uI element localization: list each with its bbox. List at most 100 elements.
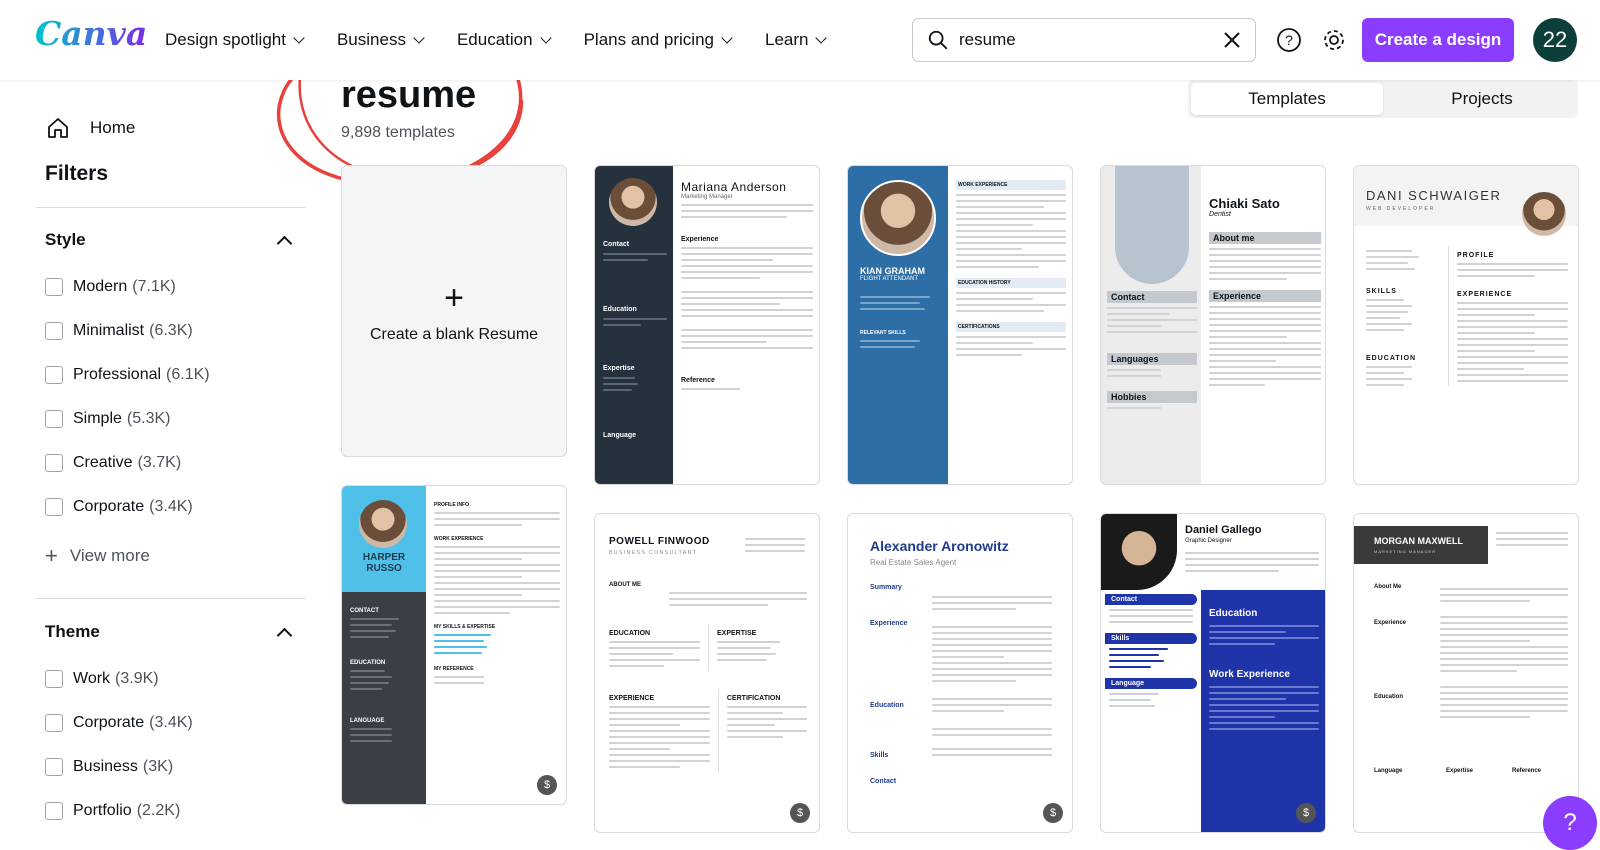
tab-projects[interactable]: Projects: [1386, 80, 1578, 118]
filter-label: Corporate: [73, 714, 145, 731]
section-label: Education: [870, 702, 904, 709]
page-title: resume: [341, 74, 477, 116]
filter-portfolio[interactable]: Portfolio (2.2K): [45, 802, 180, 820]
main-column: Chiaki Sato Dentist About me Experience: [1209, 196, 1321, 390]
template-card-chiaki[interactable]: Contact Languages Hobbies Chiaki Sato De…: [1100, 165, 1326, 485]
section-label: CERTIFICATION: [726, 695, 781, 702]
template-card-kian[interactable]: KIAN GRAHAM FLIGHT ATTENDANT RELEVANT SK…: [847, 165, 1073, 485]
profile-text: [1185, 548, 1319, 576]
nav-business[interactable]: Business: [337, 30, 425, 50]
avatar[interactable]: 22: [1533, 18, 1577, 62]
section-label: About me: [1209, 232, 1321, 244]
chevron-up-icon[interactable]: [276, 627, 293, 644]
filter-label: Minimalist: [73, 322, 145, 339]
filter-creative[interactable]: Creative (3.7K): [45, 454, 181, 472]
section-label: ABOUT ME: [609, 582, 641, 588]
checkbox[interactable]: [45, 670, 63, 688]
main-nav: Design spotlight Business Education Plan…: [165, 0, 859, 80]
checkbox[interactable]: [45, 366, 63, 384]
help-circle-icon[interactable]: ?: [1275, 26, 1303, 54]
checkbox[interactable]: [45, 410, 63, 428]
section-label: About Me: [1374, 584, 1402, 590]
template-count: 9,898 templates: [341, 124, 455, 141]
main-column: PROFILE INFO WORK EXPERIENCE MY SKILLS &…: [434, 496, 560, 688]
resume-role: WEB DEVELOPER: [1366, 206, 1436, 212]
create-blank-resume-card[interactable]: + Create a blank Resume: [341, 165, 567, 457]
template-card-daniel[interactable]: Daniel Gallego Graphic Designer Contact …: [1100, 513, 1326, 833]
template-card-morgan[interactable]: MORGAN MAXWELL MARKETING MANAGER About M…: [1353, 513, 1579, 833]
style-title[interactable]: Style: [45, 230, 86, 250]
filter-label: Creative: [73, 454, 133, 471]
filter-label: Business: [73, 758, 138, 775]
chevron-down-icon: [293, 32, 305, 44]
section-label: CONTACT: [350, 608, 379, 614]
gear-icon[interactable]: [1320, 26, 1348, 54]
resume-role: MARKETING MANAGER: [1374, 549, 1437, 554]
pro-badge: $: [1043, 803, 1063, 823]
filter-corporate-style[interactable]: Corporate (3.4K): [45, 498, 193, 516]
checkbox[interactable]: [45, 714, 63, 732]
checkbox[interactable]: [45, 498, 63, 516]
nav-label: Education: [456, 30, 533, 49]
nav-plans-pricing[interactable]: Plans and pricing: [584, 30, 733, 50]
resume-role: Graphic Designer: [1185, 538, 1232, 544]
template-card-harper[interactable]: HARPER RUSSO CONTACT EDUCATION LANGUAGE …: [341, 485, 567, 805]
section-label: Language: [1105, 678, 1197, 689]
section-label: Education: [1374, 694, 1404, 700]
filter-simple[interactable]: Simple (5.3K): [45, 410, 170, 428]
create-design-button[interactable]: Create a design: [1362, 18, 1514, 62]
template-card-powell[interactable]: POWELL FINWOOD BUSINESS CONSULTANT ABOUT…: [594, 513, 820, 833]
nav-learn[interactable]: Learn: [765, 30, 828, 50]
nav-education[interactable]: Education: [456, 30, 552, 50]
close-icon[interactable]: [1223, 31, 1241, 49]
checkbox[interactable]: [45, 278, 63, 296]
divider: [36, 207, 306, 208]
template-card-alexander[interactable]: Alexander Aronowitz Real Estate Sales Ag…: [847, 513, 1073, 833]
section-label: EXPERTISE: [717, 630, 757, 637]
filter-count: (3.4K): [149, 714, 193, 731]
view-more-button[interactable]: + View more: [45, 543, 150, 569]
nav-design-spotlight[interactable]: Design spotlight: [165, 30, 305, 50]
filter-professional[interactable]: Professional (6.1K): [45, 366, 210, 384]
canva-logo[interactable]: Canva: [35, 14, 147, 53]
plus-icon: +: [444, 278, 464, 317]
resume-name: Alexander Aronowitz: [870, 538, 1009, 554]
section-label: Skills: [1105, 633, 1197, 644]
filter-label: Corporate: [73, 498, 145, 515]
resume-name: HARPER RUSSO: [362, 552, 406, 574]
main-column: PROFILE EXPERIENCE: [1448, 246, 1568, 386]
filter-count: (6.3K): [149, 322, 193, 339]
template-card-dani[interactable]: DANI SCHWAIGER WEB DEVELOPER SKILLS EDUC…: [1353, 165, 1579, 485]
section-label: SKILLS: [1366, 288, 1397, 295]
chevron-up-icon[interactable]: [276, 235, 293, 252]
checkbox[interactable]: [45, 802, 63, 820]
resume-name: POWELL FINWOOD: [609, 536, 710, 547]
filter-corporate-theme[interactable]: Corporate (3.4K): [45, 714, 193, 732]
checkbox[interactable]: [45, 322, 63, 340]
filter-label: Portfolio: [73, 802, 132, 819]
filter-modern[interactable]: Modern (7.1K): [45, 278, 176, 296]
section-label: Contact: [1105, 594, 1197, 605]
search-input[interactable]: resume: [959, 30, 1209, 50]
search-icon: [928, 30, 948, 50]
section-label: Language: [1374, 768, 1403, 774]
section-label: RELEVANT SKILLS: [860, 330, 906, 336]
filter-minimalist[interactable]: Minimalist (6.3K): [45, 322, 193, 340]
filter-work[interactable]: Work (3.9K): [45, 670, 159, 688]
sidebar-text: KIAN GRAHAM FLIGHT ATTENDANT RELEVANT SK…: [860, 266, 930, 352]
tab-templates[interactable]: Templates: [1191, 83, 1383, 115]
filter-count: (3K): [142, 758, 174, 775]
section-label: Experience: [681, 236, 719, 243]
home-link[interactable]: Home: [46, 116, 135, 140]
search-bar[interactable]: resume: [912, 18, 1256, 62]
theme-title[interactable]: Theme: [45, 622, 100, 642]
pro-badge: $: [537, 775, 557, 795]
help-button[interactable]: ?: [1543, 796, 1597, 850]
template-card-mariana[interactable]: Contact Education Expertise Language Mar…: [594, 165, 820, 485]
section-label: Education: [603, 306, 637, 314]
plus-icon: +: [45, 543, 58, 568]
section-label: Expertise: [1446, 768, 1474, 774]
checkbox[interactable]: [45, 758, 63, 776]
filter-business[interactable]: Business (3K): [45, 758, 173, 776]
checkbox[interactable]: [45, 454, 63, 472]
